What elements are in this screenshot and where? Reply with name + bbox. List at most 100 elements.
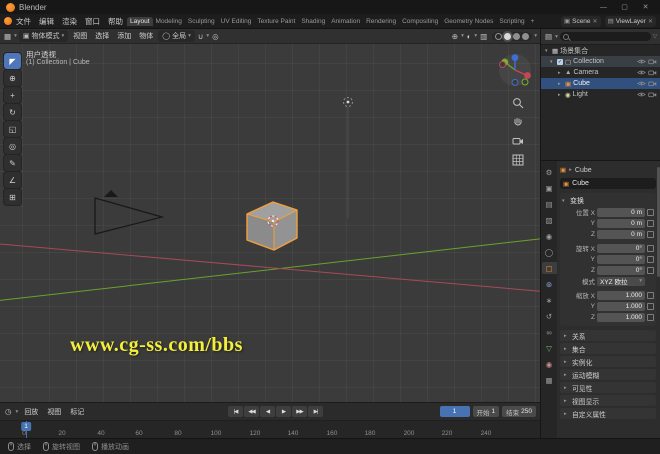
rotation-y-field[interactable]: 0° bbox=[597, 254, 645, 264]
navigation-gizmo[interactable] bbox=[497, 52, 533, 88]
menu-render[interactable]: 渲染 bbox=[58, 16, 81, 27]
tool-scale[interactable]: ◱ bbox=[4, 121, 21, 137]
tool-select-box[interactable]: ◤ bbox=[4, 53, 21, 69]
shading-wireframe-button[interactable] bbox=[495, 32, 503, 40]
lock-icon[interactable] bbox=[647, 302, 654, 310]
close-button[interactable]: ✕ bbox=[637, 3, 654, 11]
timeline-editor-icon[interactable]: ◷ bbox=[4, 407, 13, 416]
maximize-button[interactable]: ▢ bbox=[616, 3, 633, 11]
play-reverse-button[interactable]: ◀ bbox=[260, 406, 275, 417]
outliner-row-light[interactable]: ▸ ◉ Light bbox=[541, 89, 660, 100]
tool-annotate[interactable]: ✎ bbox=[4, 155, 21, 171]
ortho-grid-icon[interactable] bbox=[511, 153, 525, 167]
scene-unlink-icon[interactable]: ✕ bbox=[593, 18, 598, 25]
tool-move[interactable]: + bbox=[4, 87, 21, 103]
viewport-3d[interactable]: 用户透视 (1) Collection | Cube www.cg-ss.com… bbox=[0, 44, 540, 402]
expand-arrow-icon[interactable]: ▸ bbox=[558, 81, 563, 87]
menu-object[interactable]: 物体 bbox=[136, 31, 156, 41]
tab-object[interactable]: ▢ bbox=[541, 262, 557, 274]
tool-cursor[interactable]: ⊕ bbox=[4, 70, 21, 86]
collection-checkbox[interactable]: ✓ bbox=[557, 58, 563, 65]
tab-tool[interactable]: ⚙ bbox=[542, 166, 557, 178]
object-name-field[interactable]: ▣ Cube bbox=[560, 178, 656, 189]
workspace-tab-scripting[interactable]: Scripting bbox=[496, 17, 527, 26]
menu-add[interactable]: 添加 bbox=[114, 31, 134, 41]
lock-icon[interactable] bbox=[647, 266, 654, 274]
section-visibility[interactable]: ▸ 可见性 bbox=[560, 382, 656, 393]
tab-object-data[interactable]: ▽ bbox=[542, 342, 557, 354]
expand-arrow-icon[interactable]: ▸ bbox=[558, 92, 563, 98]
tool-measure[interactable]: ∠ bbox=[4, 172, 21, 188]
minimize-button[interactable]: — bbox=[595, 4, 612, 11]
section-viewport-display[interactable]: ▸ 视图显示 bbox=[560, 395, 656, 406]
section-collections[interactable]: ▸ 集合 bbox=[560, 343, 656, 354]
view-layer-selector[interactable]: ▤ ViewLayer ✕ bbox=[604, 15, 656, 27]
rotation-z-field[interactable]: 0° bbox=[597, 265, 645, 275]
tool-rotate[interactable]: ↻ bbox=[4, 104, 21, 120]
section-custom-properties[interactable]: ▸ 自定义属性 bbox=[560, 408, 656, 419]
menu-window[interactable]: 窗口 bbox=[81, 16, 104, 27]
scale-x-field[interactable]: 1.000 bbox=[597, 290, 645, 300]
gizmos-toggle-icon[interactable]: ⊕ bbox=[451, 32, 459, 41]
lock-icon[interactable] bbox=[647, 291, 654, 299]
editor-type-icon[interactable]: ▦ bbox=[3, 32, 12, 41]
overlays-toggle-icon[interactable]: ◐ bbox=[466, 32, 473, 41]
workspace-tab-sculpting[interactable]: Sculpting bbox=[185, 17, 218, 26]
transform-panel-header[interactable]: ▾ 变换 bbox=[562, 195, 654, 206]
workspace-tab-geometry-nodes[interactable]: Geometry Nodes bbox=[441, 17, 496, 26]
scale-y-field[interactable]: 1.000 bbox=[597, 301, 645, 311]
location-y-field[interactable]: 0 m bbox=[597, 218, 645, 228]
menu-markers[interactable]: 标记 bbox=[67, 407, 87, 417]
menu-edit[interactable]: 编辑 bbox=[35, 16, 58, 27]
timeline-ruler[interactable]: 1 0 20 40 60 80 100 120 140 160 180 200 … bbox=[0, 420, 540, 439]
proportional-edit-icon[interactable]: ◎ bbox=[211, 32, 220, 41]
breadcrumb-object-name[interactable]: Cube bbox=[575, 167, 592, 174]
tool-transform[interactable]: ◎ bbox=[4, 138, 21, 154]
tab-material[interactable]: ◉ bbox=[542, 358, 557, 370]
disable-render-icon[interactable] bbox=[648, 91, 657, 98]
disable-render-icon[interactable] bbox=[648, 58, 657, 65]
shading-solid-button[interactable] bbox=[504, 32, 512, 40]
frame-start-field[interactable]: 开始 1 bbox=[472, 406, 500, 417]
tool-add-primitive[interactable]: ⊞ bbox=[4, 189, 21, 205]
lock-icon[interactable] bbox=[647, 230, 654, 238]
workspace-tab-animation[interactable]: Animation bbox=[328, 17, 363, 26]
frame-end-field[interactable]: 结束 250 bbox=[502, 406, 536, 417]
tab-physics[interactable]: ↺ bbox=[542, 310, 557, 322]
view-layer-unlink-icon[interactable]: ✕ bbox=[648, 18, 653, 25]
lock-icon[interactable] bbox=[647, 208, 654, 216]
section-motion-blur[interactable]: ▸ 运动模糊 bbox=[560, 369, 656, 380]
workspace-tab-shading[interactable]: Shading bbox=[298, 17, 328, 26]
current-frame-field[interactable]: 1 bbox=[439, 406, 470, 417]
menu-view3d[interactable]: 视图 bbox=[70, 31, 90, 41]
tab-scene[interactable]: ◉ bbox=[542, 230, 557, 242]
outliner-filter-icon[interactable]: ▽ bbox=[653, 34, 657, 40]
camera-view-icon[interactable] bbox=[511, 134, 525, 148]
menu-help[interactable]: 帮助 bbox=[104, 16, 127, 27]
outliner-row-camera[interactable]: ▸ ▲ Camera bbox=[541, 67, 660, 78]
scene-selector[interactable]: ▣ Scene ✕ bbox=[560, 15, 601, 27]
menu-select[interactable]: 选择 bbox=[92, 31, 112, 41]
mode-dropdown[interactable]: ▣ 物体模式 ▾ bbox=[18, 30, 69, 42]
menu-file[interactable]: 文件 bbox=[12, 16, 35, 27]
rotation-x-field[interactable]: 0° bbox=[597, 243, 645, 253]
tab-modifiers[interactable]: ⊛ bbox=[542, 278, 557, 290]
shading-rendered-button[interactable] bbox=[522, 32, 530, 40]
outliner-row-collection[interactable]: ▾ ✓ ▢ Collection bbox=[541, 56, 660, 67]
location-x-field[interactable]: 0 m bbox=[597, 207, 645, 217]
outliner-editor-icon[interactable]: ▤ bbox=[544, 32, 553, 41]
tab-view-layer[interactable]: ▧ bbox=[542, 214, 557, 226]
hide-eye-icon[interactable] bbox=[637, 58, 646, 65]
section-instancing[interactable]: ▸ 实例化 bbox=[560, 356, 656, 367]
pan-hand-icon[interactable] bbox=[511, 115, 525, 129]
workspace-tab-texture-paint[interactable]: Texture Paint bbox=[254, 17, 298, 26]
orientation-dropdown[interactable]: ◯ 全局 ▾ bbox=[158, 30, 195, 42]
camera-object[interactable] bbox=[92, 190, 170, 240]
hide-eye-icon[interactable] bbox=[637, 69, 646, 76]
tab-constraints[interactable]: ∞ bbox=[542, 326, 557, 338]
hide-eye-icon[interactable] bbox=[637, 80, 646, 87]
lock-icon[interactable] bbox=[647, 313, 654, 321]
menu-timeline-view[interactable]: 视图 bbox=[44, 407, 64, 417]
shading-material-button[interactable] bbox=[513, 32, 521, 40]
blender-menu-icon[interactable] bbox=[4, 17, 12, 25]
